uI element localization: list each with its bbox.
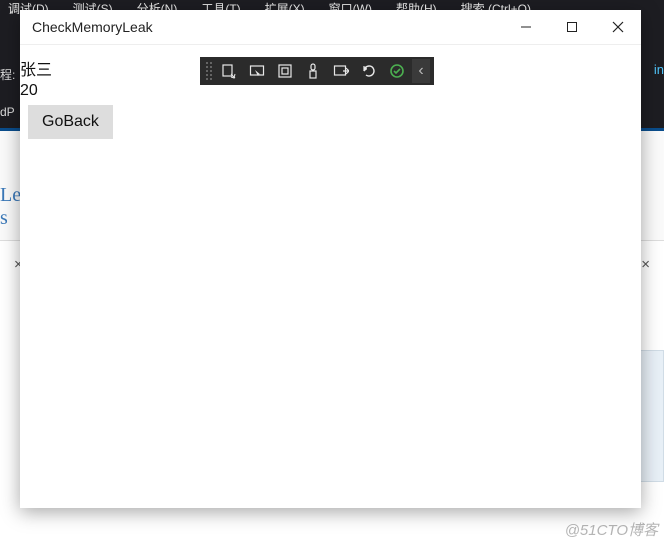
- layout-adorners-button[interactable]: [272, 59, 298, 83]
- live-visual-tree-icon: [221, 63, 237, 79]
- bg-side-text: Le s: [0, 184, 21, 230]
- select-element-button[interactable]: [244, 59, 270, 83]
- maximize-icon: [566, 21, 578, 33]
- bg-left-label-2: dP: [0, 105, 15, 119]
- client-area: 张三 20 GoBack: [20, 45, 641, 508]
- status-ok-button[interactable]: [384, 59, 410, 83]
- bg-left-label-1: 程:: [0, 66, 15, 83]
- window-title: CheckMemoryLeak: [20, 19, 503, 35]
- track-focus-button[interactable]: [300, 59, 326, 83]
- minimize-icon: [520, 21, 532, 33]
- toolbar-collapse-button[interactable]: ‹: [412, 59, 430, 83]
- bg-right-link: in: [654, 62, 664, 77]
- bg-close-right: ×: [641, 256, 650, 273]
- maximize-button[interactable]: [549, 10, 595, 44]
- age-label: 20: [20, 81, 38, 101]
- track-focused-element-icon: [305, 63, 321, 79]
- xaml-diagnostics-toolbar[interactable]: ‹: [200, 57, 434, 85]
- go-to-live-visual-tree-icon: [333, 63, 349, 79]
- close-button[interactable]: [595, 10, 641, 44]
- titlebar[interactable]: CheckMemoryLeak: [20, 10, 641, 45]
- hot-reload-icon: [361, 63, 377, 79]
- toolbar-grip-icon[interactable]: [204, 60, 212, 82]
- select-element-icon: [249, 63, 265, 79]
- app-window: CheckMemoryLeak 张三 20 GoBack: [20, 10, 641, 508]
- live-visual-tree-button[interactable]: [216, 59, 242, 83]
- hot-reload-button[interactable]: [356, 59, 382, 83]
- status-ok-icon: [389, 63, 405, 79]
- goto-live-tree-button[interactable]: [328, 59, 354, 83]
- watermark: @51CTO博客: [565, 519, 658, 540]
- display-layout-adorners-icon: [277, 63, 293, 79]
- close-icon: [612, 21, 624, 33]
- bg-right-shade: [640, 350, 664, 482]
- minimize-button[interactable]: [503, 10, 549, 44]
- chevron-left-icon: ‹: [418, 62, 423, 80]
- goback-button[interactable]: GoBack: [28, 105, 113, 139]
- name-label: 张三: [20, 61, 52, 81]
